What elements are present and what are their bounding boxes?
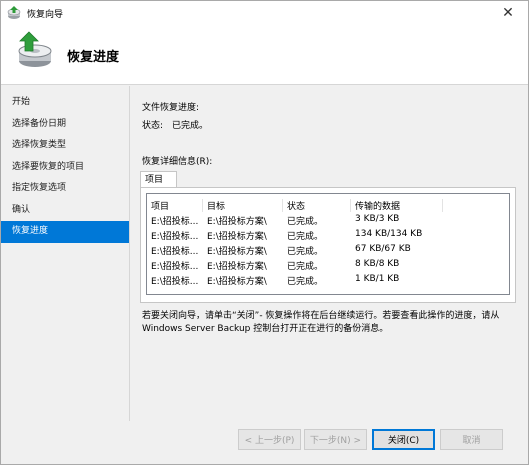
recovery-details-label: 恢复详细信息(R): bbox=[142, 157, 213, 167]
wizard-footer: < 上一步(P) 下一步(N) > 关闭(C) 取消 bbox=[1, 421, 528, 464]
sidebar-item-recovery-options[interactable]: 指定恢复选项 bbox=[1, 178, 129, 200]
row-item: E:\招投标... bbox=[151, 232, 199, 242]
page-title: 恢复进度 bbox=[67, 50, 120, 65]
row-target: E:\招投标方案\ bbox=[207, 232, 267, 242]
row-status: 已完成。 bbox=[287, 247, 324, 257]
sidebar-item-start[interactable]: 开始 bbox=[1, 92, 129, 114]
list-row[interactable]: E:\招投标... E:\招投标方案\ 已完成。 1 KB/1 KB bbox=[147, 272, 511, 287]
column-divider[interactable] bbox=[350, 199, 351, 212]
close-note-line-1: 若要关闭向导，请单击“关闭”- 恢复操作将在后台继续运行。若要查看此操作的进度，… bbox=[142, 311, 500, 321]
row-transferred: 8 KB/8 KB bbox=[355, 259, 400, 269]
restore-wizard-window: 恢复向导 ✕ 恢复进度 开始 选择备份日期 选择恢复类型 选择要恢复的项目 指定… bbox=[0, 0, 529, 465]
row-target: E:\招投标方案\ bbox=[207, 277, 267, 287]
close-icon: ✕ bbox=[502, 5, 514, 21]
row-transferred: 1 KB/1 KB bbox=[355, 274, 400, 284]
status-label: 状态: bbox=[142, 121, 164, 131]
wizard-steps-sidebar: 开始 选择备份日期 选择恢复类型 选择要恢复的项目 指定恢复选项 确认 恢复进度 bbox=[1, 86, 129, 464]
row-item: E:\招投标... bbox=[151, 247, 199, 257]
title-bar[interactable]: 恢复向导 ✕ bbox=[1, 1, 528, 25]
row-item: E:\招投标... bbox=[151, 262, 199, 272]
row-target: E:\招投标方案\ bbox=[207, 247, 267, 257]
file-progress-label: 文件恢复进度: bbox=[142, 103, 200, 113]
list-row[interactable]: E:\招投标... E:\招投标方案\ 已完成。 134 KB/134 KB bbox=[147, 227, 511, 242]
recovery-details-list[interactable]: 项目 目标 状态 传输的数据 E:\招投标... E:\招投标方案\ 已完成。 … bbox=[146, 193, 510, 295]
row-transferred: 67 KB/67 KB bbox=[355, 244, 411, 254]
close-note: 若要关闭向导，请单击“关闭”- 恢复操作将在后台继续运行。若要查看此操作的进度，… bbox=[142, 310, 522, 336]
column-header-target[interactable]: 目标 bbox=[207, 199, 225, 212]
column-header-status[interactable]: 状态 bbox=[287, 199, 305, 212]
list-header: 项目 目标 状态 传输的数据 bbox=[147, 197, 511, 212]
list-row[interactable]: E:\招投标... E:\招投标方案\ 已完成。 67 KB/67 KB bbox=[147, 242, 511, 257]
sidebar-item-recovery-progress[interactable]: 恢复进度 bbox=[1, 221, 129, 243]
row-status: 已完成。 bbox=[287, 262, 324, 272]
close-window-button[interactable]: ✕ bbox=[488, 1, 528, 25]
next-button[interactable]: 下一步(N) > bbox=[304, 429, 367, 450]
window-title: 恢复向导 bbox=[27, 9, 64, 20]
row-status: 已完成。 bbox=[287, 232, 324, 242]
backup-restore-large-icon bbox=[18, 31, 52, 67]
column-header-transferred[interactable]: 传输的数据 bbox=[355, 199, 400, 212]
close-button[interactable]: 关闭(C) bbox=[372, 429, 435, 450]
column-divider[interactable] bbox=[202, 199, 203, 212]
row-transferred: 134 KB/134 KB bbox=[355, 229, 423, 239]
row-transferred: 3 KB/3 KB bbox=[355, 214, 400, 224]
column-divider[interactable] bbox=[282, 199, 283, 212]
sidebar-item-confirm[interactable]: 确认 bbox=[1, 200, 129, 222]
row-target: E:\招投标方案\ bbox=[207, 262, 267, 272]
sidebar-item-select-recovery-type[interactable]: 选择恢复类型 bbox=[1, 135, 129, 157]
back-button[interactable]: < 上一步(P) bbox=[238, 429, 301, 450]
list-row[interactable]: E:\招投标... E:\招投标方案\ 已完成。 8 KB/8 KB bbox=[147, 257, 511, 272]
wizard-header: 恢复进度 bbox=[1, 25, 528, 85]
tab-items[interactable]: 项目 bbox=[140, 171, 177, 188]
tab-panel: 项目 目标 状态 传输的数据 E:\招投标... E:\招投标方案\ 已完成。 … bbox=[140, 187, 516, 303]
main-content: 文件恢复进度: 状态: 已完成。 恢复详细信息(R): 项目 项目 目标 状态 … bbox=[130, 86, 528, 421]
cancel-button[interactable]: 取消 bbox=[440, 429, 503, 450]
row-status: 已完成。 bbox=[287, 277, 324, 287]
list-row[interactable]: E:\招投标... E:\招投标方案\ 已完成。 3 KB/3 KB bbox=[147, 212, 511, 227]
backup-restore-icon bbox=[7, 6, 21, 19]
sidebar-item-select-backup-date[interactable]: 选择备份日期 bbox=[1, 114, 129, 136]
row-target: E:\招投标方案\ bbox=[207, 217, 267, 227]
row-item: E:\招投标... bbox=[151, 217, 199, 227]
row-status: 已完成。 bbox=[287, 217, 324, 227]
column-header-item[interactable]: 项目 bbox=[151, 199, 201, 212]
row-item: E:\招投标... bbox=[151, 277, 199, 287]
column-divider[interactable] bbox=[442, 199, 443, 212]
close-note-line-2: Windows Server Backup 控制台打开正在进行的备份消息。 bbox=[142, 324, 389, 334]
status-value: 已完成。 bbox=[172, 121, 209, 131]
sidebar-item-select-items[interactable]: 选择要恢复的项目 bbox=[1, 157, 129, 179]
